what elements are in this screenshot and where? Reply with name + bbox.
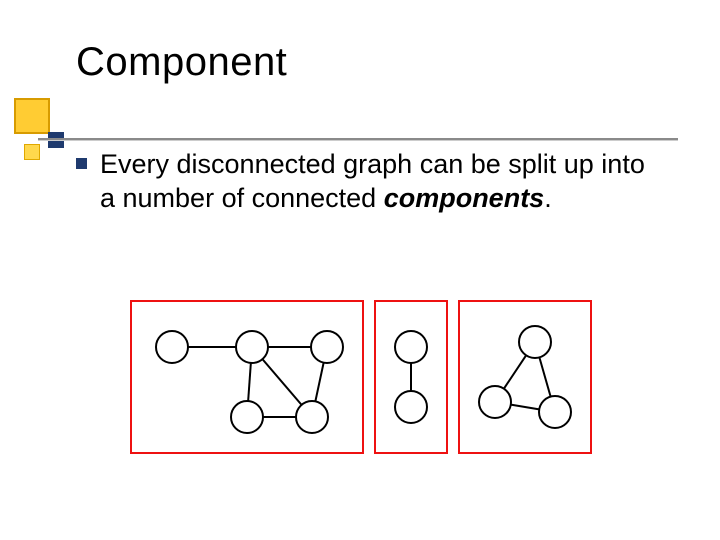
body-text: Every disconnected graph can be split up… bbox=[100, 148, 660, 216]
decor-square-yellow-small-icon bbox=[24, 144, 40, 160]
component-3-graph-icon bbox=[460, 302, 590, 452]
decor-square-navy-icon bbox=[48, 132, 64, 148]
bullet-icon bbox=[76, 158, 87, 169]
component-1-box bbox=[130, 300, 364, 454]
decor-square-yellow-large-icon bbox=[14, 98, 50, 134]
title-underline bbox=[38, 138, 678, 140]
component-3-box bbox=[458, 300, 592, 454]
bullet-text-em: components bbox=[384, 183, 545, 213]
title-area: Component bbox=[0, 40, 720, 85]
page-title: Component bbox=[76, 40, 720, 85]
bullet-text-pre: Every disconnected graph can be split up… bbox=[100, 149, 645, 213]
slide: Component Every disconnected graph can b… bbox=[0, 0, 720, 540]
component-1-graph-icon bbox=[132, 302, 362, 452]
component-2-graph-icon bbox=[376, 302, 446, 452]
components-figure bbox=[130, 300, 592, 454]
component-2-box bbox=[374, 300, 448, 454]
bullet-text-post: . bbox=[544, 183, 552, 213]
